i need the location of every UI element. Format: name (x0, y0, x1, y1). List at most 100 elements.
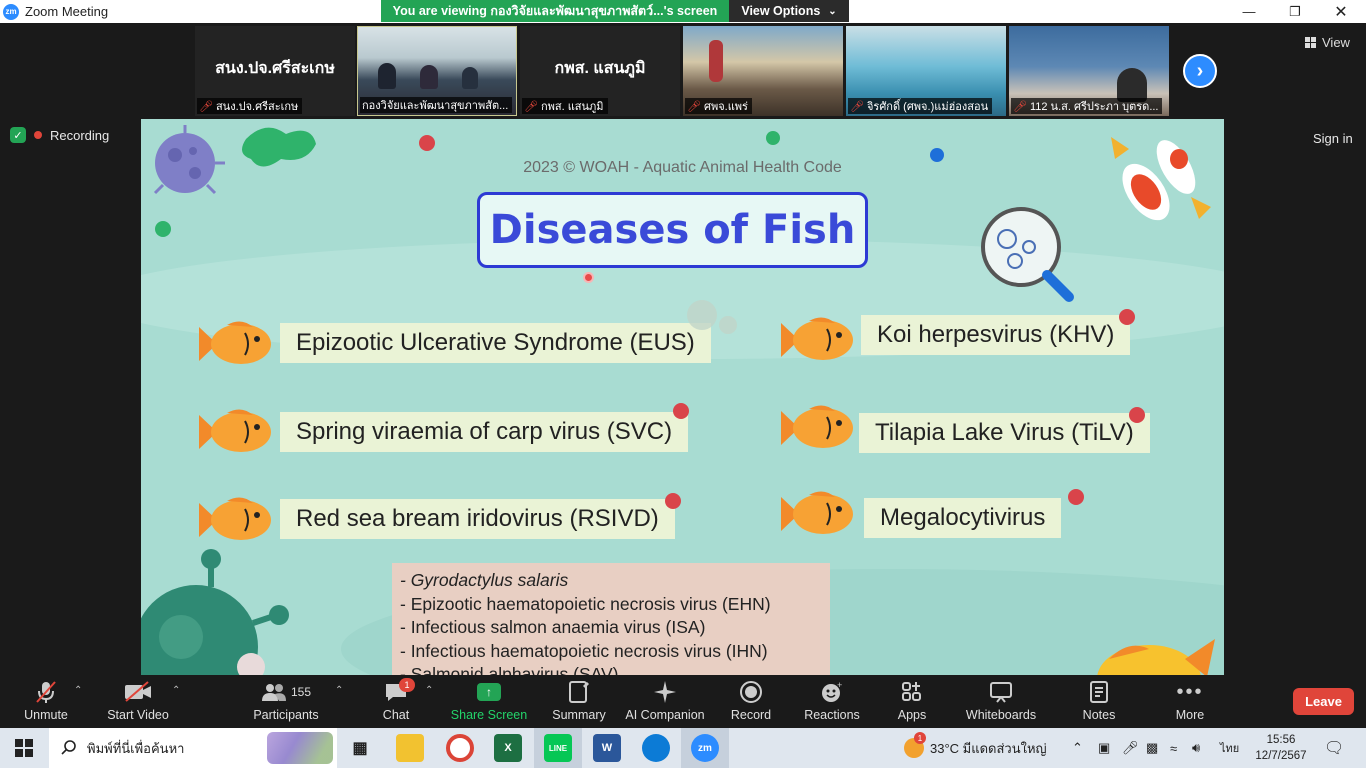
sun-icon: 1 (904, 732, 926, 758)
disease-label: Koi herpesvirus (KHV) (861, 315, 1131, 355)
participant-tile[interactable]: กพส. แสนภูมิ 🎤︎ กพส. แสนภูมิ (520, 26, 680, 116)
start-video-label: Start Video (107, 708, 169, 722)
summary-button[interactable]: Summary (549, 675, 609, 728)
smiley-icon: + (820, 679, 844, 705)
participant-name: 112 น.ส. ศรีประภา บุตรด... (1029, 101, 1159, 113)
participants-icon-group: 155 (261, 679, 311, 705)
participant-tile[interactable]: 🎤︎ 112 น.ส. ศรีประภา บุตรด... (1009, 26, 1169, 116)
search-icon (61, 739, 77, 758)
unmute-button[interactable]: Unmute (18, 675, 74, 728)
wifi-icon[interactable]: ≈ (1170, 728, 1177, 768)
person-figure (462, 67, 478, 89)
leave-button[interactable]: Leave (1293, 688, 1354, 715)
laser-pointer-icon (583, 272, 594, 283)
participants-button[interactable]: 155 Participants (252, 675, 320, 728)
language-indicator[interactable]: ไทย (1220, 728, 1239, 768)
share-screen-label: Share Screen (450, 708, 528, 722)
disease-label: Megalocytivirus (864, 498, 1062, 538)
chevron-up-icon[interactable]: ⌃ (425, 685, 433, 696)
window-title: Zoom Meeting (25, 4, 109, 19)
word-icon[interactable]: W (593, 734, 621, 762)
share-screen-button[interactable]: ↑ Share Screen (450, 675, 528, 728)
disease-label: Red sea bream iridovirus (RSIVD) (280, 499, 675, 539)
people-icon (261, 684, 286, 701)
view-button[interactable]: View (1305, 35, 1350, 50)
germ-decor-icon (766, 131, 780, 145)
meeting-area: สนง.ปจ.ศรีสะเกษ 🎤︎ สนง.ปจ.ศรีสะเกษ กองวิ… (0, 23, 1366, 675)
germ-decor-icon (665, 493, 681, 509)
task-view-icon[interactable]: ▦ (346, 734, 374, 762)
participant-tile[interactable]: สนง.ปจ.ศรีสะเกษ 🎤︎ สนง.ปจ.ศรีสะเกษ (195, 26, 355, 116)
person-figure (378, 63, 396, 89)
germ-decor-icon (673, 403, 689, 419)
zoom-app-icon[interactable]: zm (691, 734, 719, 762)
chevron-down-icon: ⌄ (828, 5, 837, 17)
chevron-up-icon[interactable]: ⌃ (74, 685, 82, 696)
clock-date: 12/7/2567 (1255, 750, 1307, 762)
apps-label: Apps (897, 708, 927, 722)
participant-name: สนง.ปจ.ศรีสะเกษ (215, 101, 299, 113)
participant-tile[interactable]: 🎤︎ ศพจ.แพร่ (683, 26, 843, 116)
chat-badge: 1 (399, 678, 415, 692)
notes-icon (1089, 679, 1109, 705)
chevron-up-icon[interactable]: ⌃ (1072, 728, 1083, 768)
whiteboards-button[interactable]: Whiteboards (964, 675, 1038, 728)
chevron-up-icon[interactable]: ⌃ (172, 685, 180, 696)
mic-muted-icon (34, 679, 58, 705)
unmute-label: Unmute (24, 708, 68, 722)
microphone-icon[interactable]: 🎤︎ (1122, 728, 1139, 768)
lavender-decor-icon (267, 732, 333, 764)
germ-decor-icon (1129, 407, 1145, 423)
reactions-button[interactable]: + Reactions (804, 675, 860, 728)
participants-count: 155 (290, 685, 312, 699)
magnifier-decor-icon (981, 207, 1074, 302)
weather-widget[interactable]: 1 33°C มีแดดส่วนใหญ่ (904, 728, 1047, 768)
weather-badge: 1 (914, 732, 926, 744)
notes-button[interactable]: Notes (1080, 675, 1118, 728)
apps-button[interactable]: Apps (894, 675, 930, 728)
sign-in-link[interactable]: Sign in (1313, 131, 1353, 146)
apps-icon (901, 679, 923, 705)
shield-check-icon: ✓ (10, 127, 26, 143)
disease-label: Epizootic Ulcerative Syndrome (EUS) (280, 323, 711, 363)
notification-icon[interactable]: 🗨︎ (1324, 728, 1344, 768)
chat-label: Chat (382, 708, 410, 722)
chevron-up-icon[interactable]: ⌃ (335, 685, 343, 696)
mic-muted-icon: 🎤︎ (687, 100, 701, 113)
battery-icon[interactable]: ▩ (1146, 728, 1158, 768)
taskbar-search-input[interactable]: พิมพ์ที่นี่เพื่อค้นหา (49, 728, 337, 768)
participant-label: 🎤︎ สนง.ปจ.ศรีสะเกษ (197, 98, 303, 114)
meet-now-icon[interactable]: ▣ (1098, 728, 1110, 768)
record-button[interactable]: Record (728, 675, 774, 728)
participant-tile[interactable]: กองวิจัยและพัฒนาสุขภาพสัต... (357, 26, 517, 116)
ai-companion-button[interactable]: AI Companion (624, 675, 706, 728)
more-button[interactable]: ••• More (1170, 675, 1210, 728)
view-options-button[interactable]: View Options ⌄ (729, 0, 849, 22)
summary-label: Summary (552, 708, 606, 722)
close-icon[interactable]: ✕ (1318, 0, 1364, 23)
weather-text: 33°C มีแดดส่วนใหญ่ (930, 740, 1047, 756)
participant-label: 🎤︎ จิรศักดิ์ (ศพจ.)แม่ฮ่องสอน (848, 98, 993, 114)
grid-icon (1305, 37, 1316, 48)
taskbar-clock[interactable]: 15:56 12/7/2567 (1250, 732, 1312, 764)
mic-muted-icon: 🎤︎ (850, 100, 864, 113)
ai-companion-label: AI Companion (625, 708, 705, 722)
file-explorer-icon[interactable] (396, 734, 424, 762)
edge-icon[interactable] (642, 734, 670, 762)
recording-indicator[interactable]: ✓ Recording (10, 127, 109, 143)
excel-icon[interactable]: X (494, 734, 522, 762)
next-page-arrow-icon[interactable]: › (1183, 54, 1217, 88)
other-disease-item: - Infectious salmon anaemia virus (ISA) (400, 617, 706, 637)
restore-icon[interactable]: ❐ (1272, 0, 1318, 23)
volume-icon[interactable]: 🔊︎ (1192, 728, 1200, 768)
windows-start-icon[interactable] (0, 728, 48, 768)
participant-tile[interactable]: 🎤︎ จิรศักดิ์ (ศพจ.)แม่ฮ่องสอน (846, 26, 1006, 116)
minimize-icon[interactable]: — (1226, 0, 1272, 23)
svg-text:+: + (837, 680, 842, 690)
mic-muted-icon: 🎤︎ (1013, 100, 1027, 113)
fish-icon (781, 491, 853, 534)
chrome-icon[interactable] (446, 734, 474, 762)
line-app-icon[interactable]: LINE (544, 734, 572, 762)
start-video-button[interactable]: Start Video (104, 675, 172, 728)
participant-name: กองวิจัยและพัฒนาสุขภาพสัต... (362, 100, 509, 112)
